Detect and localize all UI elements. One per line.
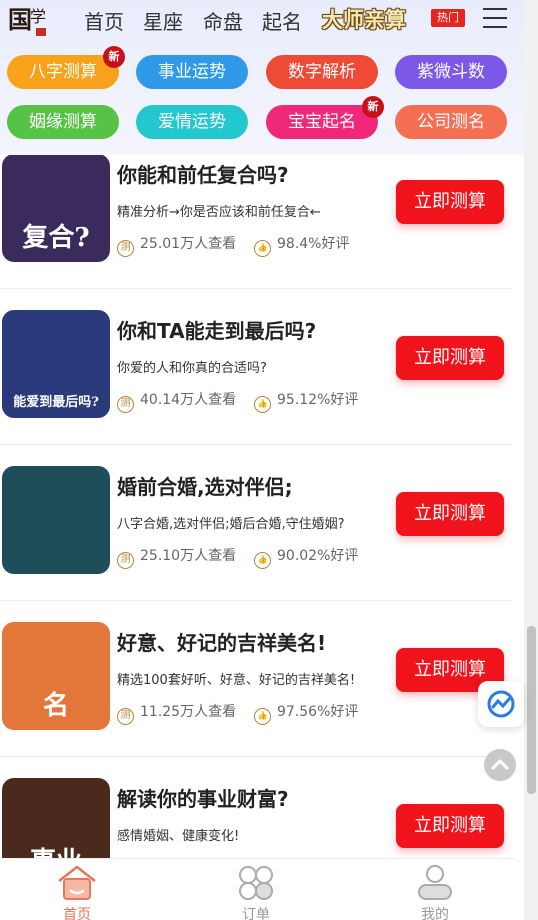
category-label: 姻缘测算 (29, 112, 97, 132)
nav-chart[interactable]: 命盘 (203, 6, 243, 35)
list-item[interactable]: 婚前合婚,选对伴侣; 八字合婚,选对伴侣;婚后合婚,守住婚姻? 测 25.10万人查看… (0, 445, 512, 601)
new-badge: 新 (362, 96, 384, 118)
item-rating: 👍 95.12%好评 (254, 389, 358, 413)
chevron-up-icon (491, 759, 509, 770)
hot-badge: 热门 (431, 9, 465, 27)
views-icon: 测 (117, 552, 134, 569)
thumbnail-caption: 事业 (2, 841, 110, 858)
tab-orders[interactable]: 订单 (201, 859, 311, 920)
category-button[interactable]: 宝宝起名 (266, 105, 378, 139)
item-views: 测 25.10万人查看 (117, 545, 236, 569)
item-description: 感情婚姻、健康变化! (117, 829, 240, 844)
nav-master[interactable]: 大师亲算 (322, 4, 406, 34)
category-label: 事业运势 (158, 62, 226, 82)
back-to-top-button[interactable] (484, 749, 516, 781)
rating-text: 97.56%好评 (277, 704, 359, 720)
calculate-button[interactable]: 立即测算 (396, 804, 504, 848)
item-thumbnail: 能爱到最后吗? (2, 310, 110, 418)
menu-icon[interactable] (483, 8, 507, 30)
item-views: 测 25.01万人查看 (117, 233, 236, 257)
item-thumbnail: 复合? (2, 155, 110, 262)
tab-home[interactable]: 首页 (22, 859, 132, 920)
nav-master-label: 大师亲算 (322, 8, 406, 32)
calculate-button[interactable]: 立即测算 (396, 492, 504, 536)
thumbs-up-icon: 👍 (254, 240, 271, 257)
tab-mine-label: 我的 (421, 907, 449, 920)
bottom-tab-bar: 首页 订单 我的 (0, 858, 524, 920)
user-icon (418, 865, 452, 900)
category-button[interactable]: 姻缘测算 (7, 105, 119, 139)
thumbnail-caption: 复合? (22, 223, 90, 253)
category-button[interactable]: 八字测算 (7, 55, 119, 89)
item-title: 好意、好记的吉祥美名! (117, 631, 327, 655)
item-rating: 👍 98.4%好评 (254, 233, 349, 257)
nav-horoscope[interactable]: 星座 (143, 6, 183, 35)
list-item[interactable]: 名 好意、好记的吉祥美名! 精选100套好听、好意、好记的吉祥美名! 测 11.25万人… (0, 601, 512, 757)
list-item[interactable]: 复合? 你能和前任复合吗? 精准分析→你是否应该和前任复合← 测 25.01万人查看 👍 9… (0, 155, 512, 289)
category-label: 紫微斗数 (417, 62, 485, 82)
item-rating: 👍 90.02%好评 (254, 545, 358, 569)
rating-text: 90.02%好评 (277, 548, 359, 564)
new-badge: 新 (103, 46, 125, 68)
service-icon (487, 690, 515, 718)
item-description: 八字合婚,选对伴侣;婚后合婚,守住婚姻? (117, 517, 345, 532)
item-title: 你能和前任复合吗? (117, 163, 289, 187)
category-label: 八字测算 (29, 62, 97, 82)
nav-naming[interactable]: 起名 (262, 6, 302, 35)
views-text: 11.25万人查看 (140, 704, 237, 720)
views-icon: 测 (117, 708, 134, 725)
product-list: 复合? 你能和前任复合吗? 精准分析→你是否应该和前任复合← 测 25.01万人查看 👍 9… (0, 155, 524, 858)
item-description: 精选100套好听、好意、好记的吉祥美名! (117, 673, 356, 688)
thumbs-up-icon: 👍 (254, 552, 271, 569)
tab-mine[interactable]: 我的 (380, 859, 490, 920)
calculate-button[interactable]: 立即测算 (396, 336, 504, 380)
header: 国 学 首页 星座 命盘 起名 大师亲算 热门 八字测算新事业运势 数字解析 紫微斗… (0, 0, 524, 155)
category-button[interactable]: 公司测名 (395, 105, 507, 139)
nav-home[interactable]: 首页 (84, 6, 124, 35)
thumbs-up-icon: 👍 (254, 708, 271, 725)
calculate-button[interactable]: 立即测算 (396, 180, 504, 224)
item-title: 婚前合婚,选对伴侣; (117, 475, 293, 499)
scrollbar-thumb[interactable] (527, 626, 536, 794)
tab-orders-label: 订单 (242, 907, 270, 920)
list-item[interactable]: 事业 解读你的事业财富? 感情婚姻、健康变化! 立即测算 (0, 757, 512, 858)
order-icon (239, 866, 273, 900)
category-label: 爱情运势 (158, 112, 226, 132)
category-label: 数字解析 (288, 62, 356, 82)
views-text: 25.10万人查看 (140, 548, 237, 564)
category-button[interactable]: 爱情运势 (136, 105, 248, 139)
item-thumbnail: 名 (2, 622, 110, 730)
thumbnail-caption: 名 (42, 691, 69, 721)
views-text: 40.14万人查看 (140, 392, 237, 408)
views-icon: 测 (117, 396, 134, 413)
thumbs-up-icon: 👍 (254, 396, 271, 413)
svg-text:学: 学 (30, 7, 46, 26)
item-thumbnail: 事业 (2, 778, 110, 858)
svg-text:国: 国 (8, 5, 32, 34)
item-title: 你和TA能走到最后吗? (117, 319, 317, 343)
tab-home-label: 首页 (63, 907, 91, 920)
thumbnail-caption: 能爱到最后吗? (13, 395, 99, 410)
customer-service-button[interactable] (478, 681, 524, 727)
item-description: 精准分析→你是否应该和前任复合← (117, 205, 321, 220)
category-button[interactable]: 事业运势 (136, 55, 248, 89)
rating-text: 95.12%好评 (277, 392, 359, 408)
item-description: 你爱的人和你真的合适吗? (117, 361, 267, 376)
item-rating: 👍 97.56%好评 (254, 701, 358, 725)
top-bar: 国 学 首页 星座 命盘 起名 大师亲算 热门 (0, 0, 524, 40)
category-button[interactable]: 紫微斗数 (395, 55, 507, 89)
category-label: 宝宝起名 (288, 112, 356, 132)
list-item[interactable]: 能爱到最后吗? 你和TA能走到最后吗? 你爱的人和你真的合适吗? 测 40.14万人查看… (0, 289, 512, 445)
views-text: 25.01万人查看 (140, 236, 237, 252)
item-thumbnail (2, 466, 110, 574)
rating-text: 98.4%好评 (277, 236, 350, 252)
item-views: 测 11.25万人查看 (117, 701, 236, 725)
item-views: 测 40.14万人查看 (117, 389, 236, 413)
category-button[interactable]: 数字解析 (266, 55, 378, 89)
home-icon (58, 865, 96, 900)
views-icon: 测 (117, 240, 134, 257)
logo[interactable]: 国 学 (6, 2, 56, 38)
item-title: 解读你的事业财富? (117, 787, 289, 811)
category-label: 公司测名 (417, 112, 485, 132)
